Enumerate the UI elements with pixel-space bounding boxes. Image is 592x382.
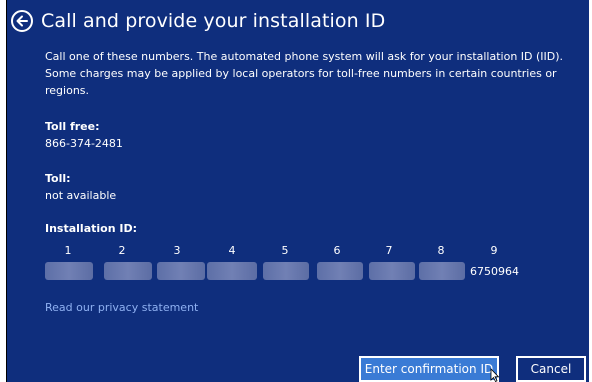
id-group-redacted — [369, 262, 415, 280]
toll-free-label: Toll free: — [45, 120, 100, 133]
back-arrow-icon[interactable] — [11, 10, 33, 32]
id-group-redacted — [207, 262, 257, 280]
group-number: 6 — [333, 244, 341, 257]
group-number: 7 — [385, 244, 393, 257]
toll-label: Toll: — [45, 172, 71, 185]
id-group-redacted — [157, 262, 205, 280]
id-group-redacted — [317, 262, 363, 280]
group-number: 3 — [173, 244, 181, 257]
toll-free-number: 866-374-2481 — [45, 137, 123, 150]
group-number: 9 — [490, 244, 498, 257]
cancel-button[interactable]: Cancel — [516, 356, 586, 382]
privacy-statement-link[interactable]: Read our privacy statement — [45, 301, 198, 314]
header: Call and provide your installation ID — [11, 8, 385, 34]
group-number: 8 — [437, 244, 445, 257]
instructions-text: Call one of these numbers. The automated… — [45, 50, 564, 97]
group-number: 2 — [118, 244, 126, 257]
mouse-cursor-icon — [490, 368, 500, 382]
group-number: 5 — [281, 244, 289, 257]
id-group-redacted — [263, 262, 309, 280]
id-group-redacted — [45, 262, 93, 280]
id-group-redacted — [104, 262, 152, 280]
id-group-redacted — [419, 262, 465, 280]
enter-confirmation-id-button[interactable]: Enter confirmation ID — [359, 356, 499, 382]
group-number: 4 — [228, 244, 236, 257]
installation-id-label: Installation ID: — [45, 222, 137, 235]
id-group-9-value: 6750964 — [470, 265, 519, 278]
activation-dialog: Call and provide your installation ID Ca… — [6, 0, 589, 382]
group-number: 1 — [64, 244, 72, 257]
page-title: Call and provide your installation ID — [41, 10, 386, 32]
toll-number: not available — [45, 189, 117, 202]
